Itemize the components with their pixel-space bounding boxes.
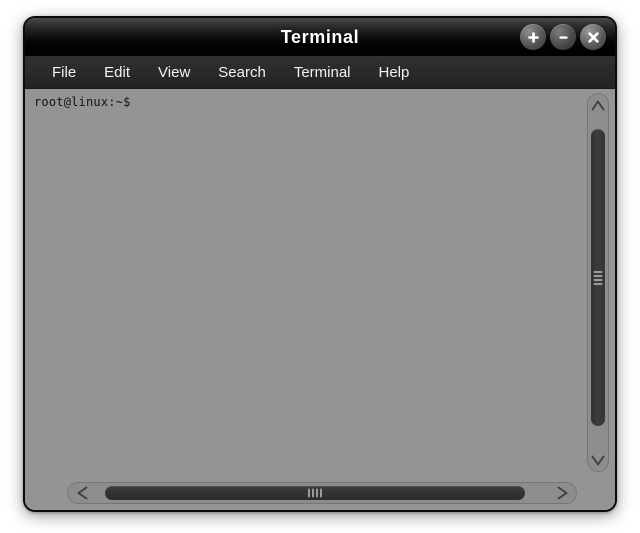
- scroll-up-button[interactable]: [587, 93, 609, 117]
- chevron-left-icon: [77, 486, 87, 500]
- horizontal-scroll-track[interactable]: [97, 482, 547, 504]
- menu-item-terminal[interactable]: Terminal: [281, 61, 364, 84]
- minus-icon: [558, 35, 568, 39]
- minimize-button[interactable]: [550, 24, 576, 50]
- close-icon: [587, 31, 599, 43]
- terminal-prompt-line: root@linux:~$: [34, 95, 131, 109]
- chevron-down-icon: [591, 455, 605, 465]
- terminal-output-area[interactable]: root@linux:~$: [25, 89, 583, 476]
- horizontal-scrollbar[interactable]: [67, 482, 577, 504]
- menu-item-edit[interactable]: Edit: [91, 61, 143, 84]
- menu-item-file[interactable]: File: [39, 61, 89, 84]
- chevron-up-icon: [591, 100, 605, 110]
- terminal-body: root@linux:~$: [25, 89, 615, 510]
- scroll-down-button[interactable]: [587, 448, 609, 472]
- window-controls: [520, 24, 606, 50]
- terminal-window: Terminal File Edit View Search Terminal …: [23, 16, 617, 512]
- horizontal-scroll-thumb[interactable]: [105, 486, 525, 500]
- plus-icon: [527, 31, 539, 43]
- menu-item-help[interactable]: Help: [366, 61, 423, 84]
- close-button[interactable]: [580, 24, 606, 50]
- vertical-scrollbar[interactable]: [587, 93, 609, 472]
- scroll-right-button[interactable]: [547, 482, 577, 504]
- vertical-thumb-grip-icon: [593, 270, 603, 285]
- scroll-left-button[interactable]: [67, 482, 97, 504]
- menubar: File Edit View Search Terminal Help: [25, 56, 615, 89]
- horizontal-thumb-grip-icon: [308, 488, 322, 498]
- menu-item-view[interactable]: View: [145, 61, 203, 84]
- window-titlebar[interactable]: Terminal: [25, 18, 615, 56]
- window-title: Terminal: [280, 26, 360, 47]
- vertical-scroll-thumb[interactable]: [591, 129, 605, 426]
- menu-item-search[interactable]: Search: [205, 61, 279, 84]
- maximize-button[interactable]: [520, 24, 546, 50]
- vertical-scroll-track[interactable]: [587, 117, 609, 448]
- desktop-background: Terminal File Edit View Search Terminal …: [0, 0, 640, 533]
- chevron-right-icon: [557, 486, 567, 500]
